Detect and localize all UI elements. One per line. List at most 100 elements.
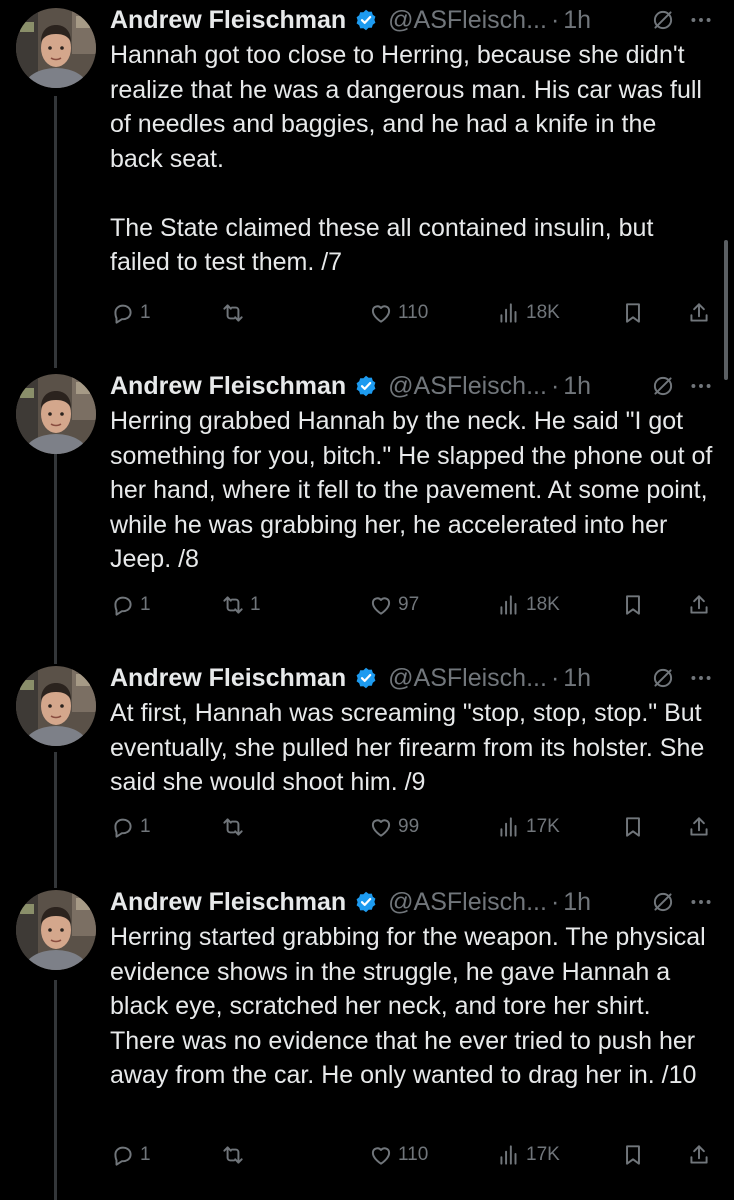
more-icon[interactable]	[688, 665, 714, 691]
heart-icon	[368, 592, 394, 618]
reply-icon	[110, 814, 136, 840]
more-icon[interactable]	[688, 373, 714, 399]
views-button[interactable]: 18K	[496, 298, 560, 328]
author-name[interactable]: Andrew Fleischman	[110, 888, 346, 917]
retweet-button[interactable]	[220, 298, 250, 328]
bookmark-icon	[620, 592, 646, 618]
like-button[interactable]: 99	[368, 812, 419, 842]
tweet[interactable]: Andrew Fleischman @ASFleisch... · 1h At …	[0, 658, 734, 878]
timestamp[interactable]: 1h	[563, 888, 591, 917]
reply-count: 1	[140, 594, 151, 615]
grok-icon[interactable]	[650, 7, 676, 33]
timestamp[interactable]: 1h	[563, 372, 591, 401]
retweet-button[interactable]: 1	[220, 590, 261, 620]
views-icon	[496, 592, 522, 618]
author-name[interactable]: Andrew Fleischman	[110, 664, 346, 693]
grok-icon[interactable]	[650, 889, 676, 915]
reply-button[interactable]: 1	[110, 590, 151, 620]
share-icon	[686, 592, 712, 618]
bookmark-icon	[620, 300, 646, 326]
like-button[interactable]: 110	[368, 1140, 428, 1170]
like-count: 110	[398, 1144, 429, 1165]
bookmark-button[interactable]	[620, 298, 646, 328]
tweet-header: Andrew Fleischman @ASFleisch... · 1h	[110, 885, 714, 919]
share-icon	[686, 1142, 712, 1168]
verified-badge-icon	[354, 666, 378, 690]
bookmark-icon	[620, 814, 646, 840]
bookmark-icon	[620, 1142, 646, 1168]
reply-icon	[110, 300, 136, 326]
verified-badge-icon	[354, 374, 378, 398]
views-button[interactable]: 17K	[496, 812, 560, 842]
bookmark-button[interactable]	[620, 812, 646, 842]
like-count: 99	[398, 816, 420, 837]
reply-count: 1	[140, 1144, 151, 1165]
retweet-button[interactable]	[220, 1140, 250, 1170]
more-icon[interactable]	[688, 889, 714, 915]
grok-icon[interactable]	[650, 665, 676, 691]
author-name[interactable]: Andrew Fleischman	[110, 372, 346, 401]
tweet-header: Andrew Fleischman @ASFleisch... · 1h	[110, 661, 714, 695]
heart-icon	[368, 814, 394, 840]
separator: ·	[550, 887, 560, 916]
tweet[interactable]: Andrew Fleischman @ASFleisch... · 1h Her…	[0, 882, 734, 1200]
like-count: 110	[398, 302, 429, 323]
tweet-text: At first, Hannah was screaming "stop, st…	[110, 699, 712, 796]
views-icon	[496, 814, 522, 840]
action-bar: 1 110 17K	[110, 1140, 720, 1170]
reply-button[interactable]: 1	[110, 812, 151, 842]
like-button[interactable]: 110	[368, 298, 428, 328]
tweet[interactable]: Andrew Fleischman @ASFleisch... · 1h Her…	[0, 366, 734, 656]
grok-icon[interactable]	[650, 373, 676, 399]
reply-button[interactable]: 1	[110, 298, 151, 328]
action-bar: 1 1 97 18K	[110, 590, 720, 620]
views-icon	[496, 300, 522, 326]
views-button[interactable]: 17K	[496, 1140, 560, 1170]
share-icon	[686, 300, 712, 326]
tweet[interactable]: Andrew Fleischman @ASFleisch... · 1h Han…	[0, 0, 734, 360]
avatar[interactable]	[16, 374, 96, 454]
retweet-icon	[220, 814, 246, 840]
reply-count: 1	[140, 816, 151, 837]
retweet-button[interactable]	[220, 812, 250, 842]
retweet-icon	[220, 592, 246, 618]
author-handle[interactable]: @ASFleisch...	[388, 372, 547, 401]
share-button[interactable]	[686, 1140, 712, 1170]
retweet-icon	[220, 300, 246, 326]
bookmark-button[interactable]	[620, 590, 646, 620]
timestamp[interactable]: 1h	[563, 6, 591, 35]
separator: ·	[550, 663, 560, 692]
views-button[interactable]: 18K	[496, 590, 560, 620]
tweet-text: Hannah got too close to Herring, because…	[110, 41, 702, 276]
author-name[interactable]: Andrew Fleischman	[110, 6, 346, 35]
share-button[interactable]	[686, 812, 712, 842]
retweet-icon	[220, 1142, 246, 1168]
more-icon[interactable]	[688, 7, 714, 33]
avatar[interactable]	[16, 890, 96, 970]
author-handle[interactable]: @ASFleisch...	[388, 6, 547, 35]
views-count: 18K	[526, 594, 560, 615]
tweet-text: Herring grabbed Hannah by the neck. He s…	[110, 407, 720, 573]
tweet-header: Andrew Fleischman @ASFleisch... · 1h	[110, 369, 714, 403]
avatar[interactable]	[16, 8, 96, 88]
verified-badge-icon	[354, 890, 378, 914]
reply-button[interactable]: 1	[110, 1140, 151, 1170]
share-button[interactable]	[686, 590, 712, 620]
timestamp[interactable]: 1h	[563, 664, 591, 693]
avatar[interactable]	[16, 666, 96, 746]
heart-icon	[368, 300, 394, 326]
views-count: 17K	[526, 816, 560, 837]
action-bar: 1 99 17K	[110, 812, 720, 842]
author-handle[interactable]: @ASFleisch...	[388, 888, 547, 917]
author-handle[interactable]: @ASFleisch...	[388, 664, 547, 693]
heart-icon	[368, 1142, 394, 1168]
bookmark-button[interactable]	[620, 1140, 646, 1170]
like-button[interactable]: 97	[368, 590, 419, 620]
tweet-header: Andrew Fleischman @ASFleisch... · 1h	[110, 3, 714, 37]
reply-icon	[110, 1142, 136, 1168]
views-icon	[496, 1142, 522, 1168]
action-bar: 1 110 18K	[110, 298, 720, 328]
retweet-count: 1	[250, 594, 261, 615]
reply-count: 1	[140, 302, 151, 323]
share-button[interactable]	[686, 298, 712, 328]
